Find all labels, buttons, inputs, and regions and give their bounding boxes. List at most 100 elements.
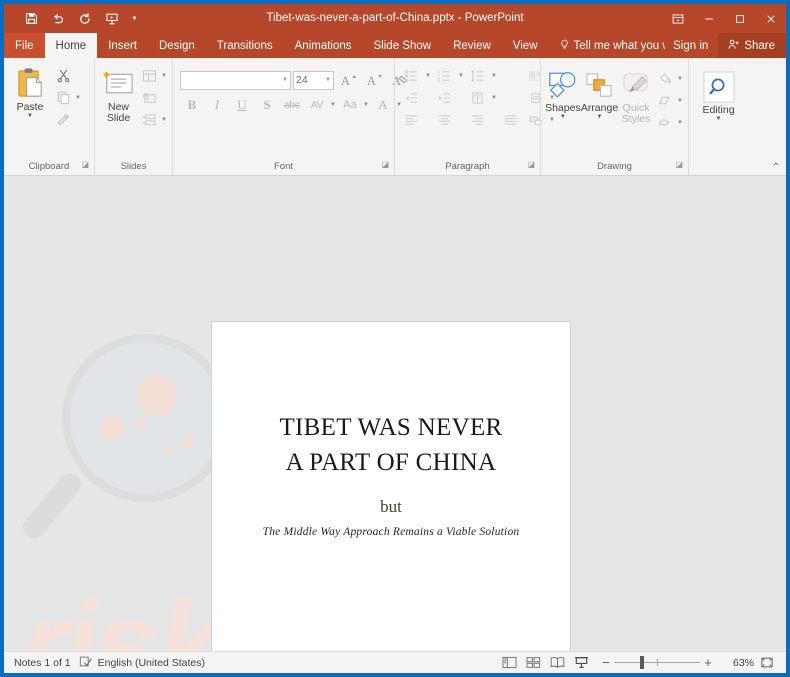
- columns-dropdown-icon[interactable]: ▼: [490, 95, 498, 101]
- cut-icon[interactable]: [52, 65, 74, 86]
- slide-connector-text[interactable]: but: [380, 497, 402, 517]
- zoom-in-button[interactable]: +: [700, 656, 716, 669]
- share-button[interactable]: Share: [718, 33, 786, 58]
- tab-view[interactable]: View: [502, 33, 549, 58]
- grow-font-icon[interactable]: A: [336, 69, 360, 91]
- shape-fill-icon[interactable]: [654, 68, 676, 89]
- arrange-label: Arrange: [580, 102, 619, 114]
- format-painter-icon[interactable]: [52, 109, 74, 130]
- tab-insert[interactable]: Insert: [97, 33, 148, 58]
- zoom-out-button[interactable]: −: [598, 656, 614, 669]
- collapse-ribbon-icon[interactable]: ⌃: [772, 162, 780, 173]
- close-icon[interactable]: [755, 4, 786, 33]
- bullets-button[interactable]: ▼: [399, 65, 432, 87]
- change-case-dropdown-icon[interactable]: ▼: [362, 102, 370, 108]
- arrange-dropdown-icon[interactable]: ▼: [597, 114, 603, 120]
- quick-styles-button[interactable]: Quick Styles: [618, 64, 654, 125]
- slide-canvas[interactable]: TIBET WAS NEVER A PART OF CHINA but The …: [211, 321, 571, 651]
- layout-dropdown-icon[interactable]: ▼: [160, 73, 168, 79]
- slide-subtitle[interactable]: The Middle Way Approach Remains a Viable…: [263, 526, 520, 538]
- justify-button[interactable]: [498, 109, 523, 131]
- sign-in-link[interactable]: Sign in: [665, 33, 716, 58]
- change-case-button[interactable]: Aa: [338, 94, 362, 116]
- character-spacing-dropdown-icon[interactable]: ▼: [329, 102, 337, 108]
- normal-view-icon[interactable]: [498, 654, 520, 672]
- shape-outline-icon[interactable]: [654, 90, 676, 111]
- zoom-track[interactable]: [614, 656, 700, 669]
- text-shadow-button[interactable]: S: [255, 94, 279, 116]
- shapes-dropdown-icon[interactable]: ▼: [560, 114, 566, 120]
- tab-design[interactable]: Design: [148, 33, 206, 58]
- zoom-percent[interactable]: 63%: [722, 657, 754, 669]
- undo-icon[interactable]: [45, 7, 71, 30]
- decrease-indent-button[interactable]: [399, 87, 432, 109]
- shape-fill-dropdown-icon[interactable]: ▼: [676, 76, 684, 82]
- font-name-combobox[interactable]: ▼: [180, 70, 291, 90]
- bullets-dropdown-icon[interactable]: ▼: [424, 73, 432, 79]
- editing-dropdown-icon[interactable]: ▼: [716, 116, 722, 122]
- shape-effects-dropdown-icon[interactable]: ▼: [676, 120, 684, 126]
- font-color-button[interactable]: A: [371, 94, 395, 116]
- clipboard-small-buttons: ▼: [52, 63, 82, 130]
- clipboard-dialog-launcher[interactable]: ◪: [81, 157, 89, 173]
- new-slide-button[interactable]: New Slide: [99, 63, 138, 124]
- save-icon[interactable]: [18, 7, 44, 30]
- font-name-dropdown-icon[interactable]: ▼: [282, 77, 288, 83]
- shape-outline-dropdown-icon[interactable]: ▼: [676, 98, 684, 104]
- redo-icon[interactable]: [72, 7, 98, 30]
- ribbon-display-options-icon[interactable]: [662, 4, 693, 33]
- copy-icon[interactable]: [52, 87, 74, 108]
- editing-button[interactable]: Editing ▼: [696, 66, 742, 122]
- slide-title[interactable]: TIBET WAS NEVER A PART OF CHINA: [279, 411, 502, 480]
- underline-button[interactable]: U: [230, 94, 254, 116]
- tab-review[interactable]: Review: [442, 33, 502, 58]
- reset-icon[interactable]: [138, 87, 160, 108]
- tab-slide-show[interactable]: Slide Show: [363, 33, 443, 58]
- center-button[interactable]: [432, 109, 465, 131]
- minimize-icon[interactable]: [693, 4, 724, 33]
- tab-file[interactable]: File: [4, 33, 45, 58]
- align-left-button[interactable]: [399, 109, 432, 131]
- paragraph-dialog-launcher[interactable]: ◪: [527, 157, 535, 173]
- tell-me-search[interactable]: Tell me what you want to do: [549, 33, 665, 58]
- slide-show-icon[interactable]: [570, 654, 592, 672]
- section-dropdown-icon[interactable]: ▼: [160, 117, 168, 123]
- character-spacing-button[interactable]: AV: [305, 94, 329, 116]
- qat-more-icon[interactable]: ▼: [126, 7, 143, 30]
- tab-home[interactable]: Home: [44, 33, 98, 58]
- spell-check-status[interactable]: English (United States): [79, 655, 205, 671]
- bold-button[interactable]: B: [180, 94, 204, 116]
- arrange-button[interactable]: Arrange ▼: [581, 64, 618, 120]
- numbering-button[interactable]: 1 2 3 ▼: [432, 65, 465, 87]
- font-size-combobox[interactable]: 24 ▼: [293, 70, 334, 90]
- font-size-dropdown-icon[interactable]: ▼: [325, 77, 331, 83]
- increase-indent-button[interactable]: [432, 87, 465, 109]
- font-dialog-launcher[interactable]: ◪: [381, 157, 389, 173]
- paste-dropdown-icon[interactable]: ▼: [27, 113, 33, 119]
- zoom-thumb[interactable]: [640, 656, 644, 669]
- layout-icon[interactable]: [138, 65, 160, 86]
- tab-animations[interactable]: Animations: [284, 33, 363, 58]
- shapes-button[interactable]: Shapes ▼: [545, 64, 581, 120]
- section-icon[interactable]: [138, 109, 160, 130]
- slide-sorter-icon[interactable]: [522, 654, 544, 672]
- notes-count[interactable]: Notes 1 of 1: [14, 657, 71, 669]
- italic-button[interactable]: I: [205, 94, 229, 116]
- shrink-font-icon[interactable]: A: [362, 69, 386, 91]
- paste-button[interactable]: Paste ▼: [8, 63, 52, 119]
- copy-dropdown-icon[interactable]: ▼: [74, 95, 82, 101]
- shape-effects-icon[interactable]: [654, 112, 676, 133]
- reading-view-icon[interactable]: [546, 654, 568, 672]
- columns-button[interactable]: ▼: [465, 87, 498, 109]
- numbering-dropdown-icon[interactable]: ▼: [457, 73, 465, 79]
- zoom-slider[interactable]: − +: [594, 656, 720, 669]
- fit-to-window-icon[interactable]: [756, 654, 778, 672]
- tab-transitions[interactable]: Transitions: [206, 33, 284, 58]
- drawing-dialog-launcher[interactable]: ◪: [675, 157, 683, 173]
- align-right-button[interactable]: [465, 109, 498, 131]
- restore-icon[interactable]: [724, 4, 755, 33]
- line-spacing-dropdown-icon[interactable]: ▼: [490, 73, 498, 79]
- line-spacing-button[interactable]: ▼: [465, 65, 498, 87]
- start-from-beginning-icon[interactable]: [99, 7, 125, 30]
- strikethrough-button[interactable]: abc: [280, 94, 304, 116]
